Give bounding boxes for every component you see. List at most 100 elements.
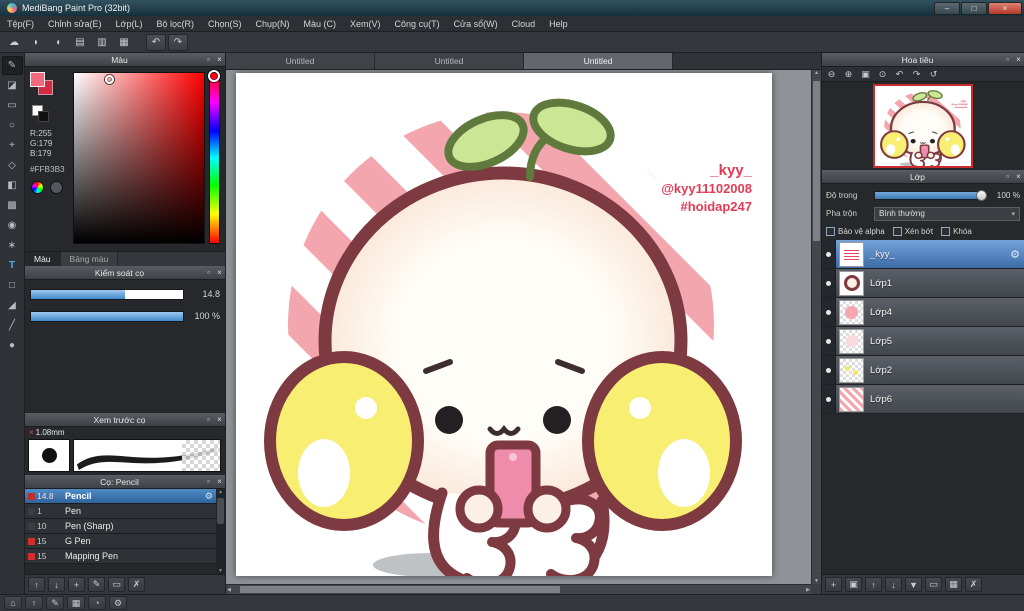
eyedropper-button[interactable] — [50, 181, 63, 194]
grid-icon[interactable]: ▦ — [114, 34, 134, 51]
brush-down-button[interactable]: ↓ — [48, 577, 65, 592]
eraser-tool[interactable]: ◪ — [2, 76, 23, 95]
brush-preview-close-button[interactable]: × — [214, 414, 225, 425]
brush-up-button[interactable]: ↑ — [28, 577, 45, 592]
pen-settings-button[interactable]: ✎ — [46, 596, 64, 610]
zoom-fit-button[interactable]: ▣ — [858, 68, 873, 81]
layer-visibility-toggle[interactable] — [822, 240, 836, 268]
brush-row-mapping-pen[interactable]: 15 Mapping Pen — [25, 549, 216, 564]
layer-settings-icon[interactable]: ⚙ — [1010, 248, 1024, 261]
layer-row-lop5[interactable]: Lớp5 — [822, 327, 1024, 356]
layer-row-lop2[interactable]: Lớp2 — [822, 356, 1024, 385]
brush-size-slider[interactable] — [30, 288, 184, 300]
menu-item-tools[interactable]: Công cụ(T) — [388, 16, 447, 31]
brush-preview-float-button[interactable]: ▫ — [203, 414, 214, 425]
brush-control-float-button[interactable]: ▫ — [203, 267, 214, 278]
hue-indicator[interactable] — [208, 70, 220, 82]
eyedropper-tool[interactable]: ◢ — [2, 296, 23, 315]
sv-indicator[interactable] — [105, 75, 114, 84]
layer-down-button[interactable]: ↓ — [885, 577, 902, 592]
horizontal-scrollbar[interactable]: ◀ ▶ — [226, 584, 811, 594]
scroll-up-icon[interactable]: ▲ — [218, 489, 223, 495]
clipping-checkbox[interactable] — [892, 226, 902, 236]
duplicate-layer-button[interactable]: ▣ — [845, 577, 862, 592]
redo-button[interactable]: ↷ — [168, 33, 188, 51]
add-brush-button[interactable]: + — [68, 577, 85, 592]
brush-settings-icon[interactable]: ⚙ — [205, 491, 216, 502]
gradient-tool[interactable]: ▩ — [2, 196, 23, 215]
brush-control-close-button[interactable]: × — [214, 267, 225, 278]
menu-item-file[interactable]: Tệp(F) — [0, 16, 41, 31]
alpha-lock-checkbox[interactable] — [826, 226, 835, 236]
menu-item-cloud[interactable]: Cloud — [505, 16, 543, 31]
menu-item-filter[interactable]: Bộ lọc(R) — [149, 16, 201, 31]
doc-tab-1[interactable]: Untitled — [226, 53, 375, 69]
layers-close-button[interactable]: × — [1013, 171, 1024, 182]
zoom-in-button[interactable]: ⊕ — [841, 68, 856, 81]
brush-list-close-button[interactable]: × — [214, 476, 225, 487]
layer-visibility-toggle[interactable] — [822, 356, 836, 384]
comment-bubble-icon[interactable]: ◖ — [48, 34, 68, 51]
layer-visibility-toggle[interactable] — [822, 327, 836, 355]
scroll-thumb[interactable] — [813, 81, 820, 241]
layer-folder-button[interactable]: ▭ — [925, 577, 942, 592]
settings-button[interactable]: ⚙ — [109, 596, 127, 610]
rotate-reset-button[interactable]: ↺ — [926, 68, 941, 81]
undo-button[interactable]: ↶ — [146, 33, 166, 51]
brush-folder-button[interactable]: ▭ — [108, 577, 125, 592]
close-button[interactable]: × — [988, 1, 1022, 15]
doc-tab-3[interactable]: Untitled — [524, 53, 673, 69]
transform-tool[interactable]: ◇ — [2, 156, 23, 175]
layer-visibility-toggle[interactable] — [822, 385, 836, 413]
navigator-float-button[interactable]: ▫ — [1002, 54, 1013, 65]
minimize-button[interactable]: – — [934, 1, 960, 15]
fill-tool[interactable]: ◉ — [2, 216, 23, 235]
vertical-scrollbar[interactable]: ▲ ▼ — [811, 70, 821, 584]
doc-tab-2[interactable]: Untitled — [375, 53, 524, 69]
menu-item-view[interactable]: Xem(V) — [343, 16, 388, 31]
rotate-right-button[interactable]: ↷ — [909, 68, 924, 81]
scroll-thumb[interactable] — [240, 586, 560, 593]
home-button[interactable]: ⌂ — [4, 596, 22, 610]
brush-row-pencil[interactable]: 14.8 Pencil ⚙ — [25, 489, 216, 504]
layer-row-lop4[interactable]: Lớp4 — [822, 298, 1024, 327]
edit-brush-button[interactable]: ✎ — [88, 577, 105, 592]
hue-slider[interactable] — [209, 72, 220, 244]
move-tool[interactable]: + — [2, 136, 23, 155]
brush-row-pen[interactable]: 1 Pen — [25, 504, 216, 519]
scroll-thumb[interactable] — [217, 498, 224, 524]
lasso-tool[interactable]: ○ — [2, 116, 23, 135]
speech-bubble-icon[interactable]: ◗ — [26, 34, 46, 51]
select-rect-tool[interactable]: ▭ — [2, 96, 23, 115]
upload-button[interactable]: ↑ — [25, 596, 43, 610]
hand-tool[interactable]: ● — [2, 336, 23, 355]
maximize-button[interactable]: □ — [961, 1, 987, 15]
zoom-out-button[interactable]: ⊖ — [824, 68, 839, 81]
magic-wand-tool[interactable]: ∗ — [2, 236, 23, 255]
layer-grid-button[interactable]: ▦ — [945, 577, 962, 592]
scroll-left-icon[interactable]: ◀ — [227, 587, 231, 593]
brush-row-g-pen[interactable]: 15 G Pen — [25, 534, 216, 549]
pen-tool[interactable]: ✎ — [1, 56, 23, 75]
color-panel-close-button[interactable]: × — [214, 54, 225, 65]
menu-item-window[interactable]: Cửa sổ(W) — [447, 16, 505, 31]
text-tool[interactable]: T — [2, 256, 23, 275]
rotate-left-button[interactable]: ↶ — [892, 68, 907, 81]
layer-up-button[interactable]: ↑ — [865, 577, 882, 592]
scroll-up-icon[interactable]: ▲ — [814, 70, 819, 76]
grid-toggle-button[interactable]: ▦ — [67, 596, 85, 610]
layer-visibility-toggle[interactable] — [822, 269, 836, 297]
menu-item-color[interactable]: Màu (C) — [297, 16, 344, 31]
navigator-thumbnail[interactable] — [873, 84, 973, 168]
merge-layer-button[interactable]: ▼ — [905, 577, 922, 592]
zoom-actual-button[interactable]: ⊙ — [875, 68, 890, 81]
brush-list-float-button[interactable]: ▫ — [203, 476, 214, 487]
color-wheel-button[interactable] — [31, 181, 44, 194]
layers-float-button[interactable]: ▫ — [1002, 171, 1013, 182]
foreground-color-swatch[interactable] — [30, 72, 45, 87]
layer-row-lop6[interactable]: Lớp6 — [822, 385, 1024, 414]
delete-layer-button[interactable]: ✗ — [965, 577, 982, 592]
scroll-down-icon[interactable]: ▼ — [218, 568, 223, 574]
menu-item-help[interactable]: Help — [542, 16, 575, 31]
delete-brush-button[interactable]: ✗ — [128, 577, 145, 592]
